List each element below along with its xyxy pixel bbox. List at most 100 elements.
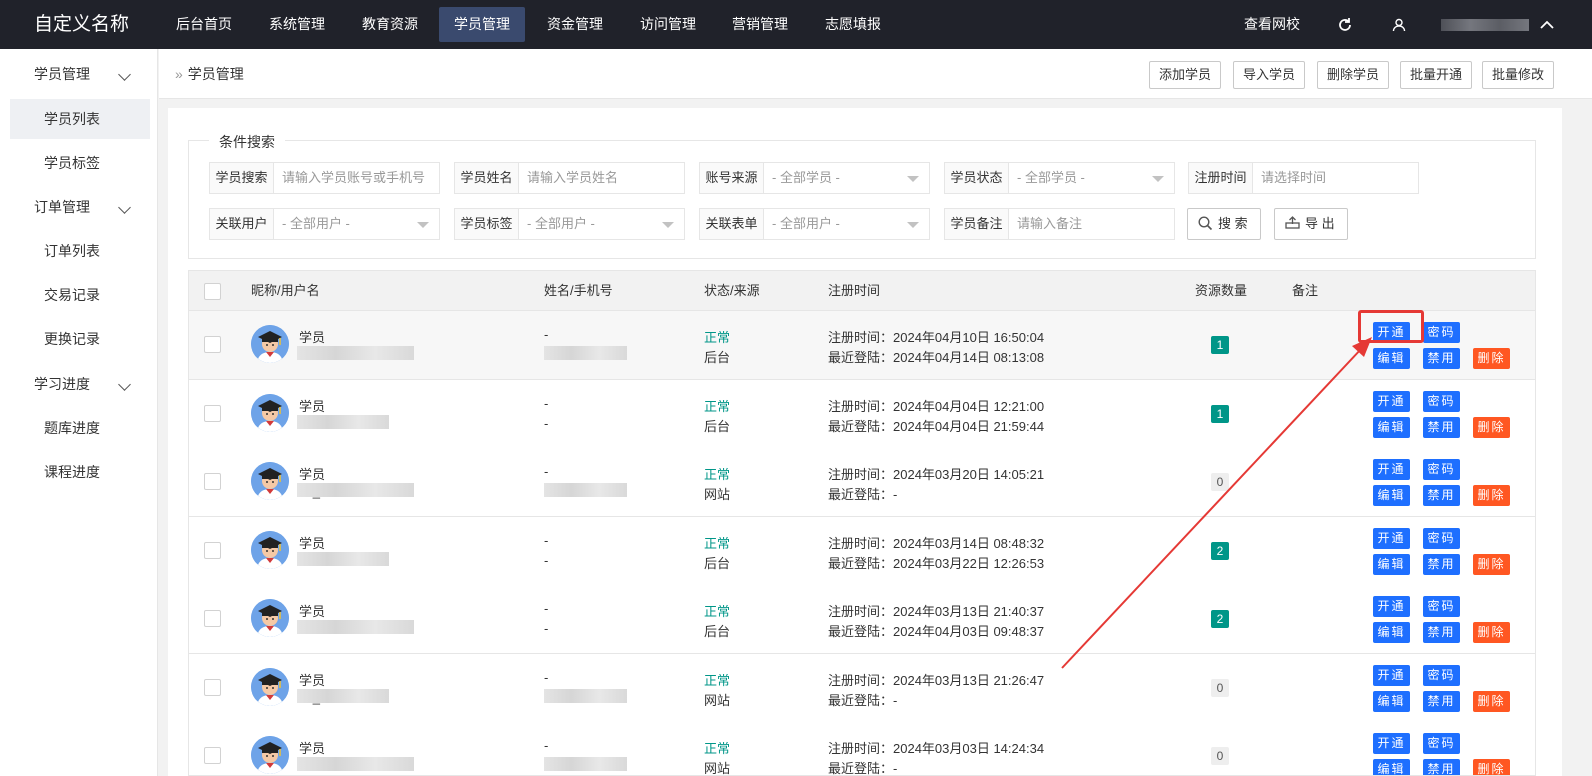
edit-button[interactable]: 编辑 <box>1373 690 1410 712</box>
delete-button[interactable]: 删除 <box>1473 485 1510 506</box>
password-button[interactable]: 密码 <box>1423 322 1460 343</box>
delete-button[interactable]: 删除 <box>1473 348 1510 369</box>
sidebar-group-progress[interactable]: 学习进度 <box>0 362 158 406</box>
select-all-checkbox[interactable] <box>204 283 221 300</box>
disable-button[interactable]: 禁用 <box>1423 553 1460 575</box>
nav-home[interactable]: 后台首页 <box>161 7 247 42</box>
open-button[interactable]: 开通 <box>1373 390 1410 412</box>
edit-button[interactable]: 编辑 <box>1373 348 1410 369</box>
resource-count-badge: 2 <box>1211 541 1229 560</box>
filter-select[interactable]: - 全部学员 - <box>764 163 929 193</box>
import-students-button[interactable]: 导入学员 <box>1233 61 1306 89</box>
chevron-up-icon[interactable] <box>1540 0 1560 49</box>
password-button[interactable]: 密码 <box>1423 527 1460 549</box>
nav-finance[interactable]: 资金管理 <box>532 7 618 42</box>
filter-select[interactable]: - 全部用户 - <box>519 209 684 239</box>
edit-button[interactable]: 编辑 <box>1373 553 1410 575</box>
username-redacted <box>297 757 414 771</box>
export-icon <box>1285 216 1300 229</box>
password-button[interactable]: 密码 <box>1423 459 1460 480</box>
open-button[interactable]: 开通 <box>1373 733 1410 754</box>
row-phone: - <box>544 415 549 431</box>
sidebar-item-course-progress[interactable]: 课程进度 <box>10 452 150 492</box>
delete-button[interactable]: 删除 <box>1473 622 1510 643</box>
row-checkbox[interactable] <box>204 541 221 559</box>
filter-select[interactable]: - 全部用户 - <box>764 209 929 239</box>
disable-button[interactable]: 禁用 <box>1423 622 1460 643</box>
batch-edit-button[interactable]: 批量修改 <box>1482 61 1555 89</box>
sidebar-item-transactions[interactable]: 交易记录 <box>10 275 150 315</box>
row-checkbox[interactable] <box>204 473 221 490</box>
sidebar-group-orders[interactable]: 订单管理 <box>0 185 158 229</box>
disable-button[interactable]: 禁用 <box>1423 690 1460 712</box>
brand-title: 自定义名称 <box>34 14 130 35</box>
row-name: - <box>544 669 549 685</box>
filter-input[interactable]: 请输入学员姓名 <box>519 163 684 193</box>
disable-button[interactable]: 禁用 <box>1423 485 1460 506</box>
row-source: 后台 <box>704 555 731 571</box>
avatar <box>251 325 289 363</box>
edit-button[interactable]: 编辑 <box>1373 622 1410 643</box>
row-nickname: 学员 <box>299 398 326 414</box>
edit-button[interactable]: 编辑 <box>1373 759 1410 775</box>
sidebar-item-student-list[interactable]: 学员列表 <box>10 99 150 139</box>
row-checkbox[interactable] <box>204 747 221 764</box>
password-button[interactable]: 密码 <box>1423 664 1460 686</box>
delete-button[interactable]: 删除 <box>1473 416 1510 438</box>
batch-open-button[interactable]: 批量开通 <box>1400 61 1473 89</box>
filter-label: 学员姓名 <box>455 163 519 193</box>
nav-marketing[interactable]: 营销管理 <box>717 7 803 42</box>
export-button[interactable]: 导 出 <box>1274 208 1348 240</box>
filter-input[interactable]: 请选择时间 <box>1253 163 1418 193</box>
username-redacted[interactable] <box>1441 19 1529 31</box>
filter-input[interactable]: 请输入备注 <box>1009 209 1174 239</box>
nav-volunteer[interactable]: 志愿填报 <box>810 7 896 42</box>
nav-access[interactable]: 访问管理 <box>625 7 711 42</box>
refresh-icon[interactable] <box>1337 0 1357 49</box>
password-button[interactable]: 密码 <box>1423 596 1460 617</box>
sidebar-item-student-tags[interactable]: 学员标签 <box>10 143 150 183</box>
delete-students-button[interactable]: 删除学员 <box>1317 61 1390 89</box>
row-checkbox[interactable] <box>204 336 221 353</box>
open-button[interactable]: 开通 <box>1373 664 1410 686</box>
nav-students[interactable]: 学员管理 <box>439 7 525 42</box>
nav-system[interactable]: 系统管理 <box>254 7 340 42</box>
header-resource-count: 资源数量 <box>1195 283 1248 298</box>
add-student-button[interactable]: 添加学员 <box>1149 61 1222 89</box>
resource-count-badge: 0 <box>1211 678 1229 697</box>
sidebar-item-replacements[interactable]: 更换记录 <box>10 319 150 359</box>
delete-button[interactable]: 删除 <box>1473 759 1510 775</box>
delete-button[interactable]: 删除 <box>1473 690 1510 712</box>
sidebar-group-students[interactable]: 学员管理 <box>0 52 158 96</box>
view-school-link[interactable]: 查看网校 <box>1244 0 1300 49</box>
password-button[interactable]: 密码 <box>1423 390 1460 412</box>
disable-button[interactable]: 禁用 <box>1423 416 1460 438</box>
nav-education[interactable]: 教育资源 <box>347 7 433 42</box>
row-source: 网站 <box>704 487 731 502</box>
password-button[interactable]: 密码 <box>1423 733 1460 754</box>
filter-select[interactable]: - 全部用户 - <box>274 209 439 239</box>
row-checkbox[interactable] <box>204 678 221 696</box>
open-button[interactable]: 开通 <box>1373 459 1410 480</box>
row-name: - <box>544 601 549 616</box>
disable-button[interactable]: 禁用 <box>1423 759 1460 775</box>
row-status: 正常 <box>704 672 731 688</box>
edit-button[interactable]: 编辑 <box>1373 416 1410 438</box>
open-button[interactable]: 开通 <box>1373 527 1410 549</box>
disable-button[interactable]: 禁用 <box>1423 348 1460 369</box>
search-button[interactable]: 搜 索 <box>1187 208 1261 240</box>
filter-input[interactable]: 请输入学员账号或手机号 <box>274 163 439 193</box>
user-icon[interactable] <box>1392 0 1408 49</box>
row-checkbox[interactable] <box>204 404 221 422</box>
search-button-label: 搜 索 <box>1218 216 1248 231</box>
sidebar-item-order-list[interactable]: 订单列表 <box>10 231 150 271</box>
edit-button[interactable]: 编辑 <box>1373 485 1410 506</box>
open-button[interactable]: 开通 <box>1373 596 1410 617</box>
username-redacted <box>297 688 389 703</box>
row-checkbox[interactable] <box>204 610 221 627</box>
filter-select[interactable]: - 全部学员 - <box>1009 163 1174 193</box>
table-row: 学员 - - 正常 后台 注册时间：2024年03月14日 08:48:32 最近登陆：20… <box>189 516 1535 586</box>
sidebar-item-question-progress[interactable]: 题库进度 <box>10 408 150 448</box>
chevron-down-icon <box>118 201 131 214</box>
delete-button[interactable]: 删除 <box>1473 553 1510 575</box>
